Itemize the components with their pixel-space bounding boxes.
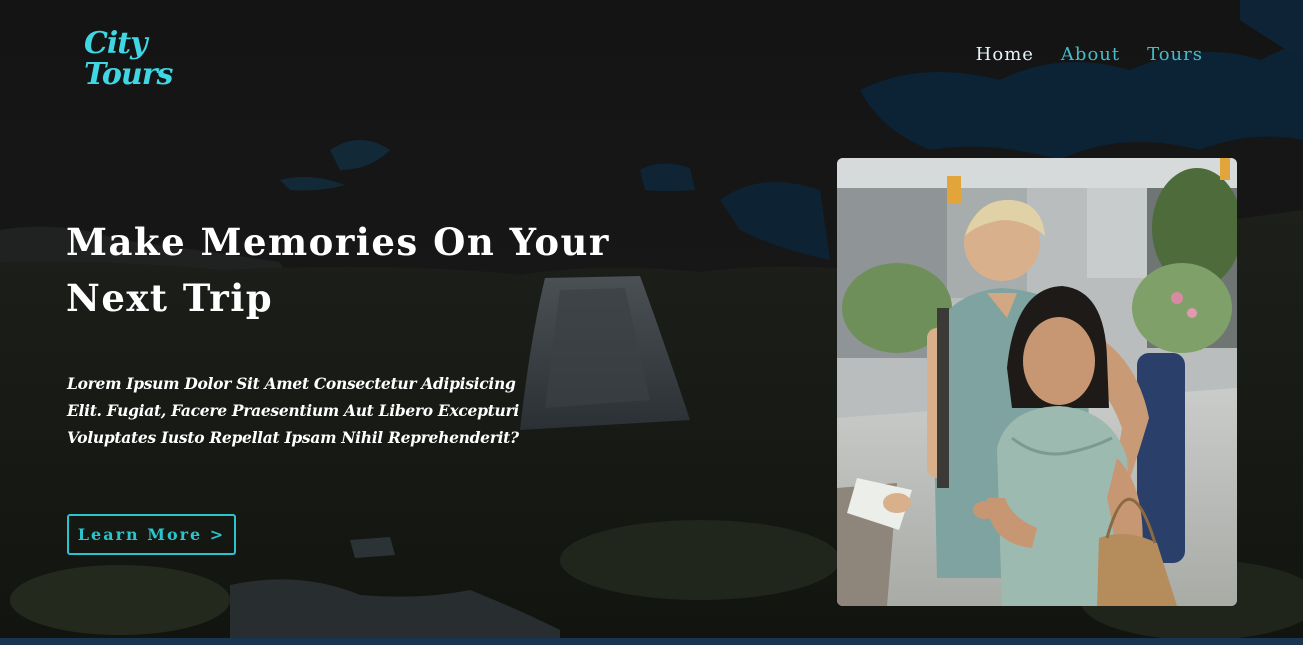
logo-line-2: Tours [84,57,173,92]
hero-description: Lorem Ipsum Dolor Sit Amet Consectetur A… [67,374,519,447]
hero-headline: Make Memories On Your Next Trip [66,214,666,326]
site-logo[interactable]: City Tours [84,26,173,92]
hero-headline-line-1: Make Memories On Your [66,220,610,264]
nav-link-tours[interactable]: Tours [1147,44,1203,65]
hero-headline-line-2: Next Trip [66,276,274,320]
logo-line-1: City [84,26,148,61]
main-nav: Home About Tours [976,44,1203,65]
bottom-edge-bar [0,638,1303,645]
nav-link-about[interactable]: About [1061,44,1120,65]
learn-more-button[interactable]: Learn More > [67,514,236,555]
hero-photo [837,158,1237,606]
nav-link-home[interactable]: Home [976,44,1034,65]
